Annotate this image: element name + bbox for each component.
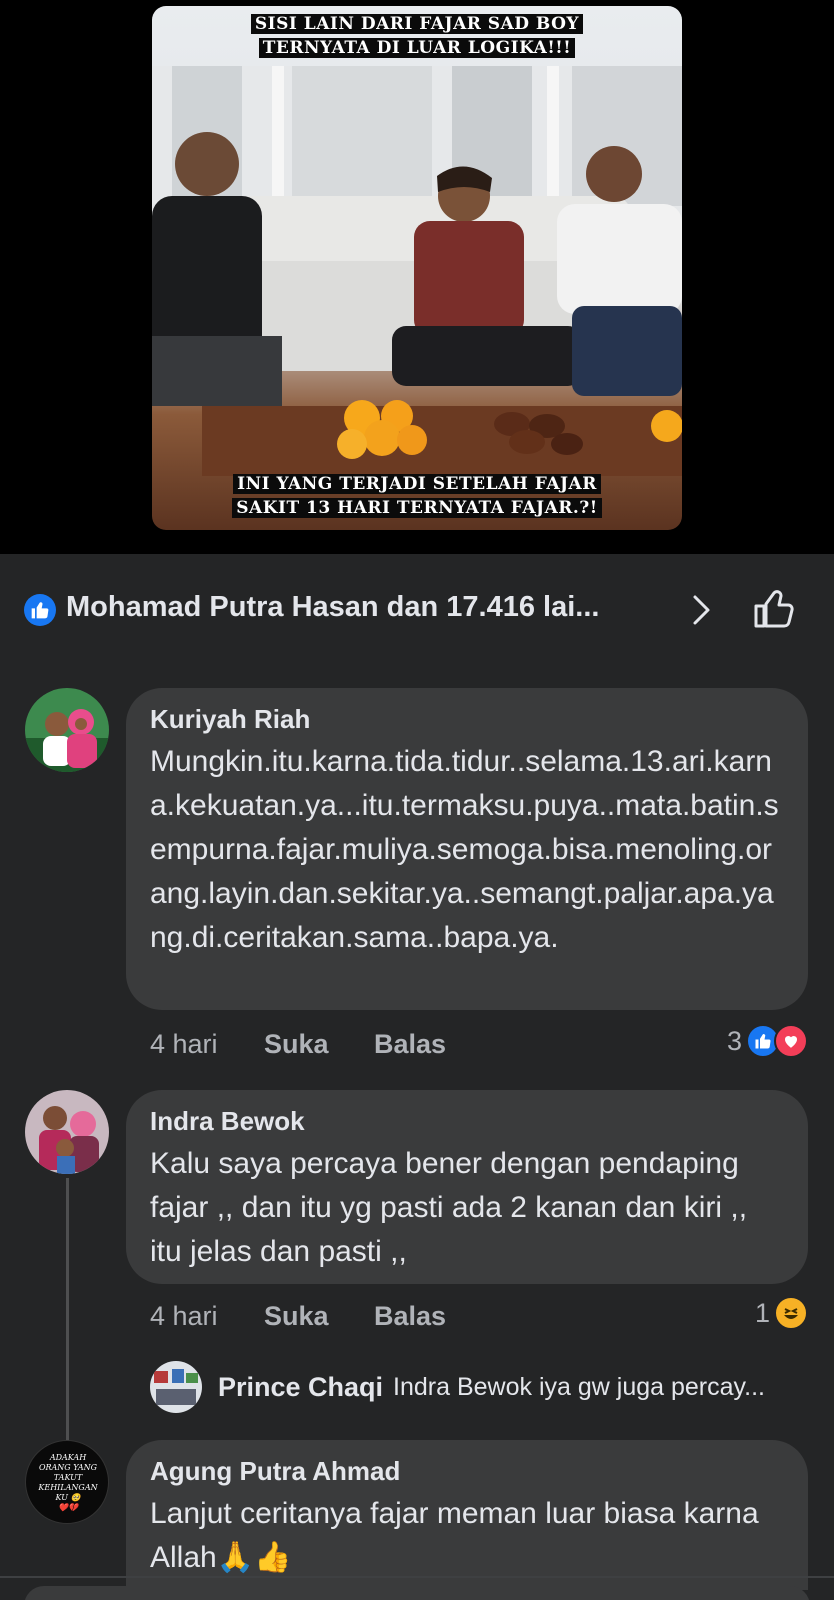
reply-author[interactable]: Prince Chaqi (218, 1372, 383, 1403)
comment-text: Lanjut ceritanya fajar meman luar biasa … (150, 1497, 759, 1574)
like-button[interactable]: Suka (264, 1301, 374, 1332)
comment-time[interactable]: 4 hari (150, 1301, 264, 1332)
composer-divider (0, 1576, 834, 1578)
like-button-icon[interactable] (752, 586, 798, 632)
reply-text: Indra Bewok iya gw juga percay... (393, 1372, 765, 1401)
comment-composer[interactable] (24, 1586, 810, 1600)
reactions-summary-text[interactable]: Mohamad Putra Hasan dan 17.416 lai... (66, 591, 599, 624)
reply-preview[interactable]: Prince Chaqi Indra Bewok iya gw juga per… (150, 1360, 810, 1414)
caption-bottom-line1: INI YANG TERJADI SETELAH FAJAR (233, 474, 601, 494)
caption-bottom-line2: SAKIT 13 HARI TERNYATA FAJAR.?! (232, 498, 602, 518)
avatar[interactable] (25, 688, 109, 772)
comment-bubble[interactable]: Indra Bewok Kalu saya percaya bener deng… (126, 1090, 808, 1284)
avatar[interactable]: ADAKAH ORANG YANG TAKUT KEHILANGAN KU 🥺 … (25, 1440, 109, 1524)
reaction-count: 3 (726, 1025, 742, 1056)
avatar-text: TAKUT (53, 1473, 83, 1482)
reaction-count: 1 (754, 1297, 770, 1328)
caption-top-line2: TERNYATA DI LUAR LOGIKA!!! (258, 38, 576, 58)
reply-button[interactable]: Balas (374, 1029, 446, 1060)
reply-button[interactable]: Balas (374, 1301, 446, 1332)
thread-connector (66, 1178, 108, 1478)
love-icon (774, 1024, 808, 1058)
comment-time[interactable]: 4 hari (150, 1029, 264, 1060)
comment-reactions[interactable]: 3 (727, 1024, 808, 1058)
reactions-summary-bar[interactable]: Mohamad Putra Hasan dan 17.416 lai... (0, 580, 834, 636)
comment-author[interactable]: Agung Putra Ahmad (150, 1454, 784, 1488)
haha-icon (774, 1296, 808, 1330)
chevron-right-icon[interactable] (690, 592, 714, 628)
comment-text: Kalu saya percaya bener dengan pendaping… (150, 1147, 748, 1268)
avatar-text: ADAKAH (49, 1453, 87, 1462)
avatar-text: ❤️💔 (58, 1503, 78, 1512)
comment-actions: 4 hari Suka Balas (150, 1298, 446, 1334)
video-caption-top: SISI LAIN DARI FAJAR SAD BOY TERNYATA DI… (152, 12, 682, 60)
comment-author[interactable]: Kuriyah Riah (150, 702, 784, 736)
like-icon (24, 594, 56, 626)
like-button[interactable]: Suka (264, 1029, 374, 1060)
comment-bubble[interactable]: Kuriyah Riah Mungkin.itu.karna.tida.tidu… (126, 688, 808, 1010)
avatar[interactable] (25, 1090, 109, 1174)
caption-top-line1: SISI LAIN DARI FAJAR SAD BOY (250, 14, 584, 34)
comment-actions: 4 hari Suka Balas (150, 1026, 446, 1062)
comment-author[interactable]: Indra Bewok (150, 1104, 784, 1138)
video-caption-bottom: INI YANG TERJADI SETELAH FAJAR SAKIT 13 … (152, 472, 682, 520)
comment-bubble[interactable]: Agung Putra Ahmad Lanjut ceritanya fajar… (126, 1440, 808, 1590)
video-thumbnail[interactable]: SISI LAIN DARI FAJAR SAD BOY TERNYATA DI… (152, 6, 682, 530)
comment-text: Mungkin.itu.karna.tida.tidur..selama.13.… (150, 745, 779, 954)
video-scene-image (152, 66, 682, 476)
avatar-text: KEHILANGAN (38, 1483, 98, 1492)
video-area[interactable]: SISI LAIN DARI FAJAR SAD BOY TERNYATA DI… (0, 0, 834, 554)
avatar-text: ORANG YANG (38, 1463, 98, 1472)
avatar[interactable] (150, 1361, 202, 1413)
comment-reactions[interactable]: 1 (755, 1296, 808, 1330)
avatar-text: KU 🥺 (55, 1493, 81, 1502)
